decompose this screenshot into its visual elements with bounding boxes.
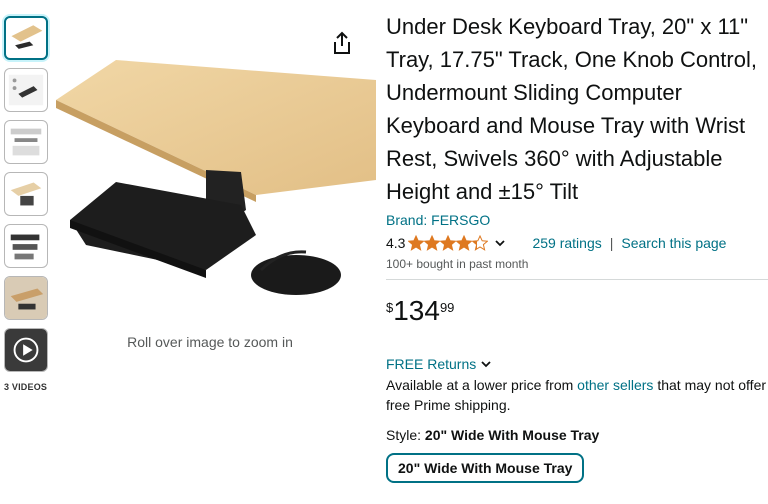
- main-product-image[interactable]: [56, 20, 376, 320]
- star-icon: [408, 235, 425, 251]
- star-icon: [424, 235, 441, 251]
- free-returns-link[interactable]: FREE Returns: [386, 356, 768, 372]
- availability-text: Available at a lower price from other se…: [386, 375, 768, 415]
- availability-pre: Available at a lower price from: [386, 377, 578, 393]
- search-this-page-link[interactable]: Search this page: [621, 235, 726, 251]
- free-returns-label: FREE Returns: [386, 356, 477, 372]
- star-icon: [472, 235, 489, 251]
- brand-link[interactable]: Brand: FERSGO: [386, 212, 768, 228]
- price-symbol: $: [386, 300, 394, 315]
- price: $ 134 99: [386, 296, 768, 330]
- desk-tray-thumbnail-image: [11, 25, 43, 49]
- price-whole: 134: [393, 295, 440, 326]
- keyboard-tray-illustration: [56, 60, 376, 295]
- rating-row: 4.3 259 ratings | Search this page: [386, 233, 768, 253]
- star-rating[interactable]: [408, 235, 489, 251]
- style-label: Style:: [386, 427, 425, 443]
- bought-in-past-month: 100+ bought in past month: [386, 257, 768, 280]
- feature-thumbnail-image: [8, 74, 44, 106]
- zoom-hint: Roll over image to zoom in: [127, 334, 293, 350]
- share-icon[interactable]: [330, 30, 354, 56]
- share-icon-glyph: [334, 31, 350, 54]
- style-option-button[interactable]: 20" Wide With Mouse Tray: [386, 453, 585, 483]
- usage-thumbnail-image: [5, 277, 47, 319]
- style-row: Style: 20" Wide With Mouse Tray: [386, 427, 768, 443]
- videos-count-label: 3 VIDEOS: [4, 382, 48, 392]
- separator: |: [609, 235, 614, 251]
- thumbnail-1[interactable]: [4, 16, 48, 60]
- product-details: Under Desk Keyboard Tray, 20" x 11" Tray…: [386, 10, 768, 483]
- chevron-down-icon[interactable]: [494, 237, 506, 249]
- rating-value: 4.3: [386, 235, 406, 251]
- play-video-icon: [5, 329, 47, 371]
- product-title: Under Desk Keyboard Tray, 20" x 11" Tray…: [386, 14, 757, 204]
- thumbnail-6[interactable]: [4, 276, 48, 320]
- ratings-count-link[interactable]: 259 ratings: [532, 235, 601, 251]
- install-thumbnail-image: [10, 182, 42, 206]
- style-value: 20" Wide With Mouse Tray: [424, 427, 600, 443]
- thumbnail-5[interactable]: [4, 224, 48, 268]
- parts-thumbnail-image: [10, 234, 40, 260]
- star-icon: [440, 235, 457, 251]
- price-fraction: 99: [439, 300, 455, 315]
- thumbnail-3[interactable]: [4, 120, 48, 164]
- thumbnail-video[interactable]: [4, 328, 48, 372]
- thumbnail-list: [4, 16, 52, 380]
- dimensions-thumbnail-image: [10, 128, 42, 156]
- star-icon: [456, 235, 473, 251]
- chevron-down-icon: [481, 361, 491, 368]
- thumbnail-4[interactable]: [4, 172, 48, 216]
- thumbnail-2[interactable]: [4, 68, 48, 112]
- other-sellers-link[interactable]: other sellers: [577, 377, 653, 393]
